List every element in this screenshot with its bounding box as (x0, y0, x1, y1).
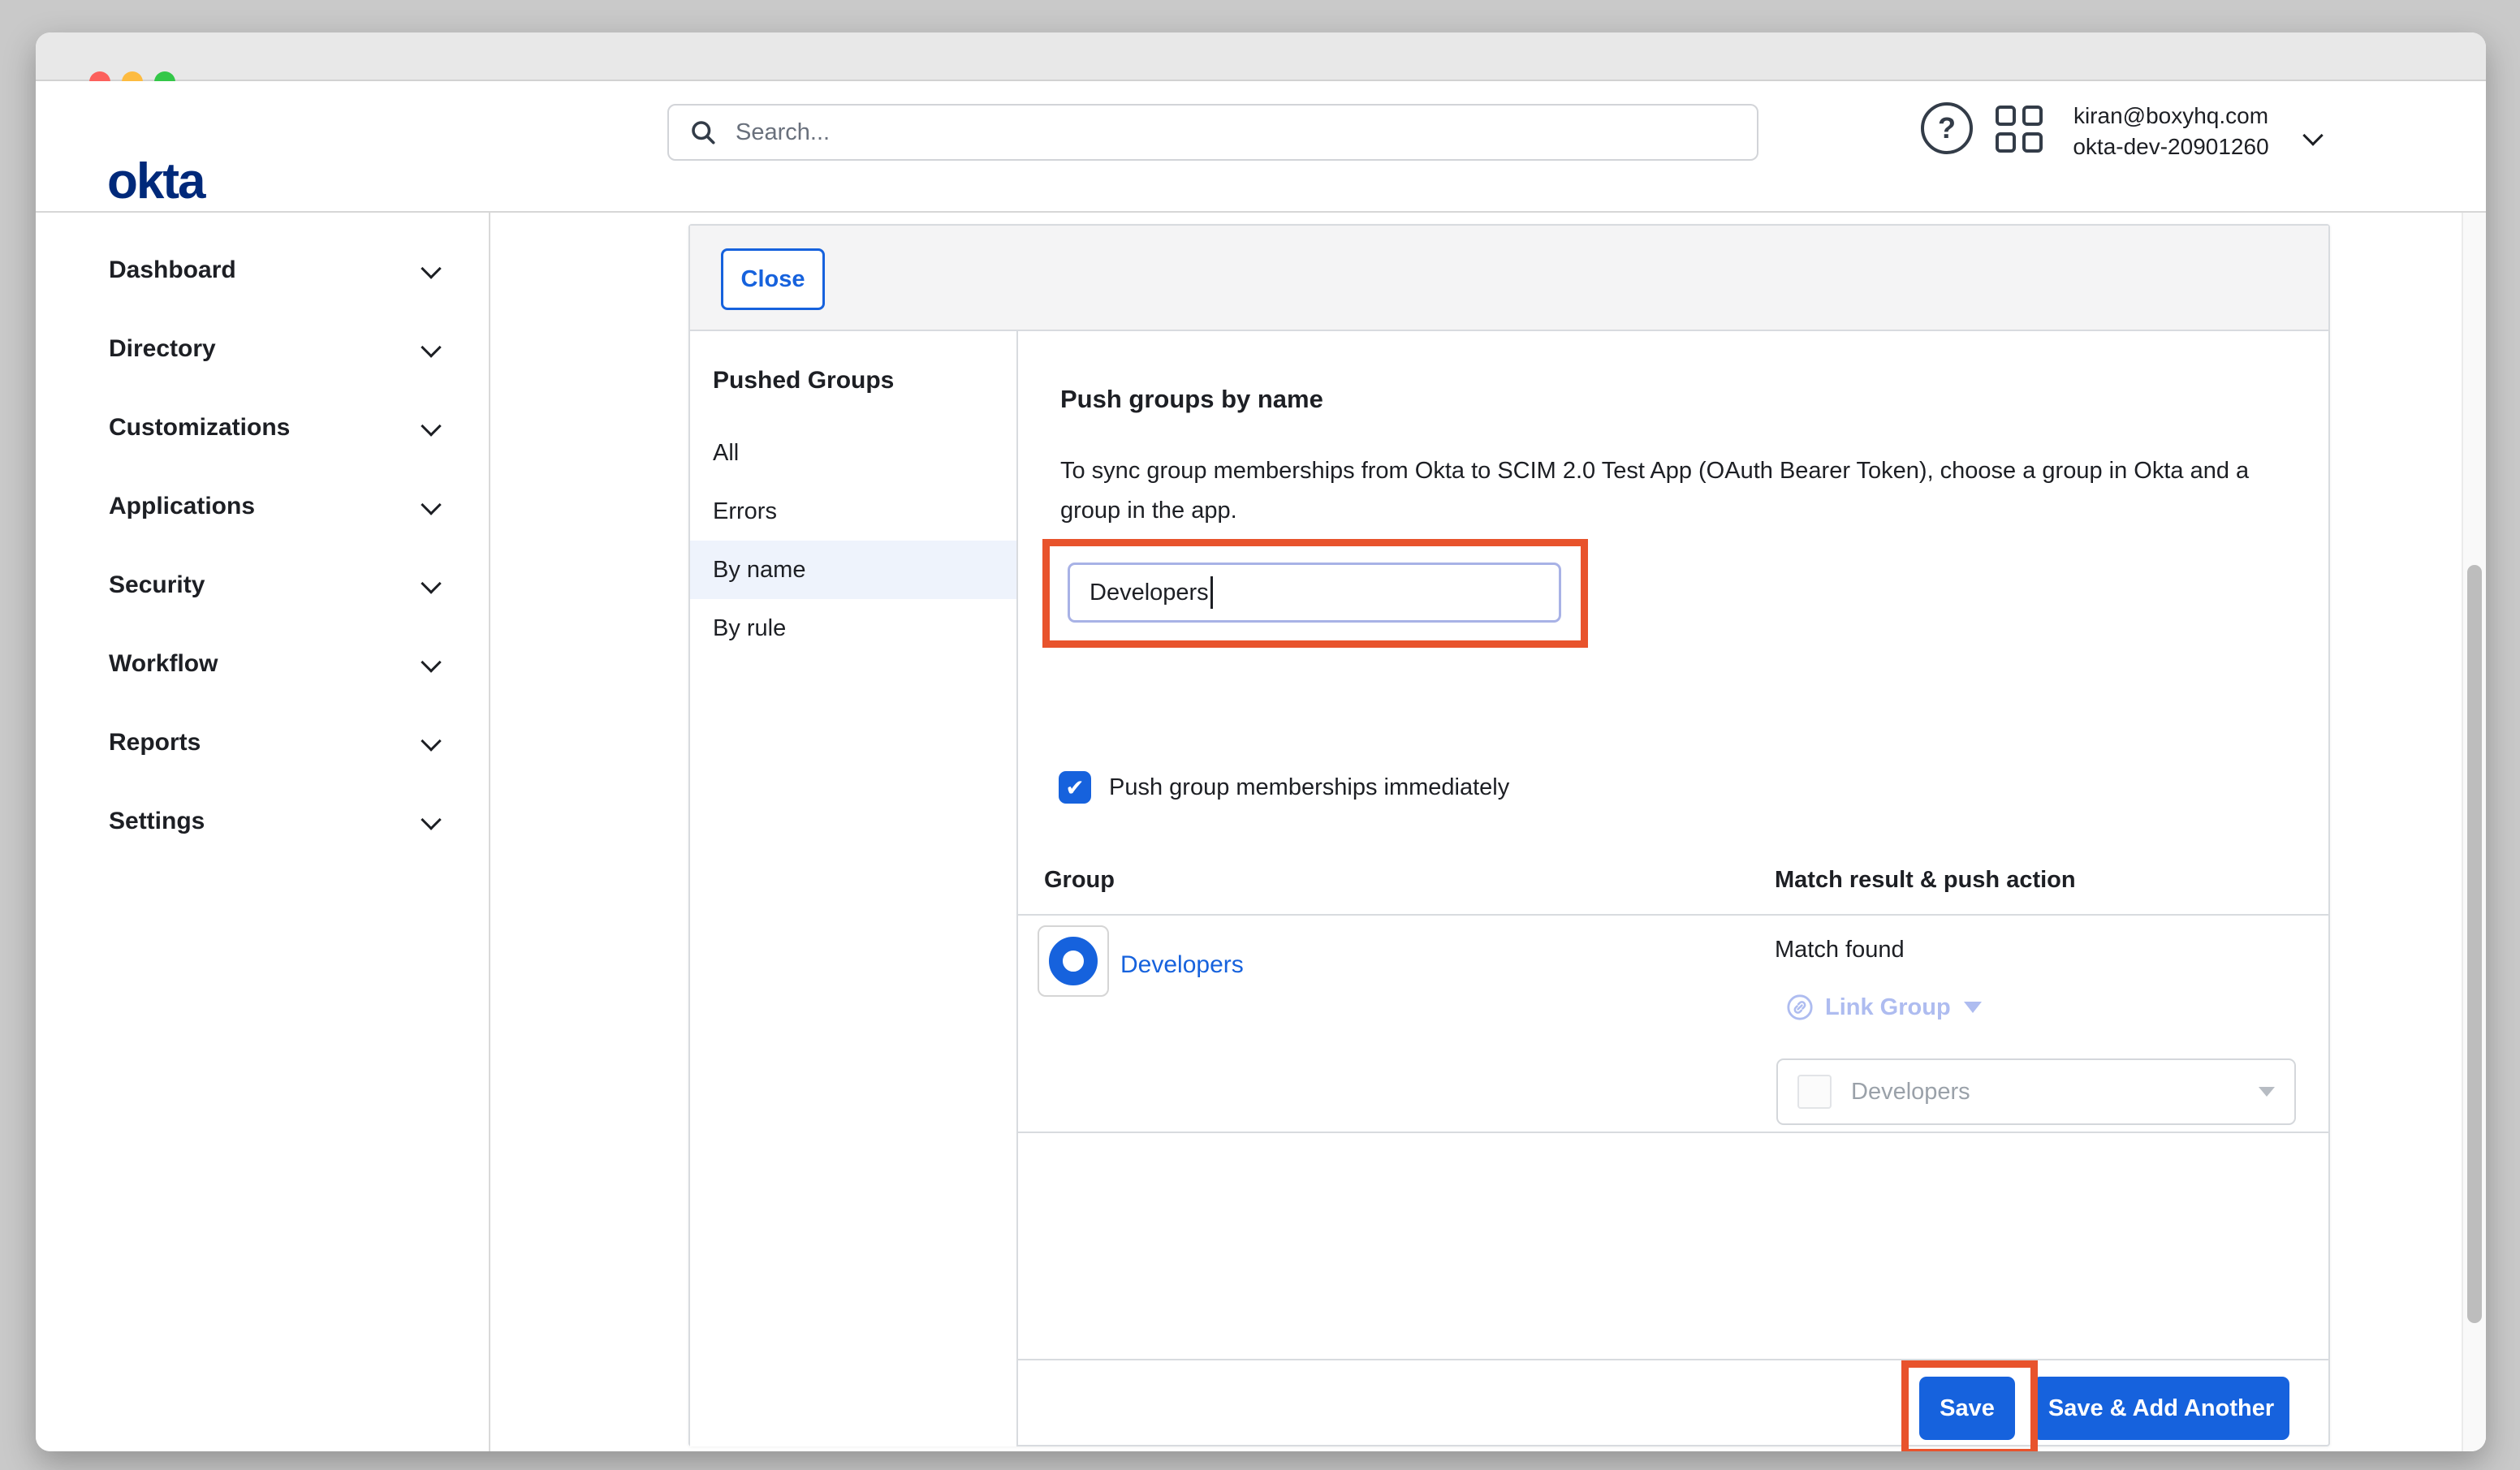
app-group-select[interactable]: Developers (1776, 1058, 2296, 1125)
main-content-area: Close Pushed Groups All Errors By name B… (492, 213, 2486, 1451)
sidebar-item-applications[interactable]: Applications (36, 467, 489, 545)
chevron-down-icon (421, 652, 441, 672)
search-icon (688, 118, 718, 147)
pushed-groups-title: Pushed Groups (690, 331, 1016, 394)
sidebar-item-reports[interactable]: Reports (36, 703, 489, 782)
description-text: To sync group memberships from Okta to S… (1060, 451, 2278, 531)
group-icon (1049, 937, 1098, 985)
global-search[interactable] (667, 104, 1758, 161)
okta-logo[interactable]: okta (107, 153, 204, 210)
nav-item-by-rule[interactable]: By rule (690, 599, 1016, 657)
group-name-input[interactable]: Developers (1068, 563, 1561, 623)
column-header-match: Match result & push action (1775, 867, 2076, 894)
account-menu[interactable]: kiran@boxyhq.com okta-dev-20901260 (2065, 101, 2276, 162)
link-icon (1786, 994, 1814, 1021)
link-group-dropdown[interactable]: Link Group (1786, 994, 1982, 1021)
link-group-label: Link Group (1825, 994, 1951, 1021)
nav-item-all[interactable]: All (690, 424, 1016, 482)
app-group-checkbox (1797, 1075, 1832, 1109)
sidebar-item-directory[interactable]: Directory (36, 309, 489, 388)
chevron-down-icon (421, 494, 441, 515)
sidebar-item-label: Security (109, 571, 205, 599)
apps-grid-icon[interactable] (1996, 106, 2043, 153)
highlight-box-input: Developers (1042, 539, 1588, 648)
pushed-groups-nav: Pushed Groups All Errors By name By rule (690, 331, 1018, 1446)
nav-item-errors[interactable]: Errors (690, 482, 1016, 541)
sidebar-item-label: Workflow (109, 650, 218, 678)
match-status: Match found (1775, 937, 1905, 963)
sidebar-nav: Dashboard Directory Customizations Appli… (36, 213, 490, 1451)
account-org: okta-dev-20901260 (2065, 131, 2276, 162)
sidebar-item-label: Directory (109, 335, 216, 363)
push-immediately-label: Push group memberships immediately (1109, 774, 1509, 801)
group-name-value: Developers (1090, 580, 1209, 606)
highlight-box-save (1901, 1360, 2038, 1451)
macos-window: okta ? kiran@boxyhq.com okta-dev-2090126… (36, 32, 2486, 1451)
sidebar-item-customizations[interactable]: Customizations (36, 388, 489, 467)
group-name-link[interactable]: Developers (1120, 951, 1244, 979)
push-by-name-content: Push groups by name To sync group member… (1018, 331, 2330, 1446)
chevron-down-icon (421, 731, 441, 751)
sidebar-item-settings[interactable]: Settings (36, 782, 489, 860)
chevron-down-icon (421, 809, 441, 830)
sidebar-item-label: Dashboard (109, 256, 236, 284)
column-header-group: Group (1044, 867, 1115, 894)
account-chevron-down-icon[interactable] (2302, 125, 2323, 145)
sidebar-item-label: Applications (109, 493, 255, 520)
window-titlebar (36, 32, 2486, 81)
panel-header-band (690, 226, 2328, 331)
account-email: kiran@boxyhq.com (2065, 101, 2276, 131)
push-immediately-checkbox[interactable]: ✔ (1059, 771, 1091, 804)
sidebar-item-label: Customizations (109, 414, 290, 442)
push-groups-panel: Close Pushed Groups All Errors By name B… (688, 224, 2330, 1446)
chevron-down-icon (421, 416, 441, 436)
pushed-groups-list: All Errors By name By rule (690, 424, 1016, 657)
link-group-caret-icon (1964, 1002, 1982, 1013)
table-header: Group Match result & push action (1018, 844, 2330, 916)
scrollbar-track[interactable] (2462, 213, 2486, 1451)
top-header: okta ? kiran@boxyhq.com okta-dev-2090126… (36, 81, 2486, 213)
screenshot-stage: okta ? kiran@boxyhq.com okta-dev-2090126… (0, 0, 2520, 1470)
push-immediately-row: ✔ Push group memberships immediately (1059, 771, 1509, 804)
sidebar-item-label: Reports (109, 729, 201, 757)
chevron-down-icon (421, 258, 441, 278)
sidebar-item-label: Settings (109, 808, 205, 835)
page-title: Push groups by name (1060, 385, 1323, 414)
chevron-down-icon (421, 337, 441, 357)
sidebar-item-dashboard[interactable]: Dashboard (36, 231, 489, 309)
sidebar-item-security[interactable]: Security (36, 545, 489, 624)
text-cursor (1210, 576, 1213, 609)
close-button[interactable]: Close (721, 248, 825, 310)
app-group-value: Developers (1851, 1079, 2259, 1106)
select-caret-icon (2259, 1087, 2275, 1097)
help-icon[interactable]: ? (1921, 102, 1973, 154)
search-input[interactable] (736, 119, 1710, 146)
group-tile (1038, 925, 1109, 997)
save-add-another-button[interactable]: Save & Add Another (2033, 1377, 2289, 1440)
scrollbar-thumb[interactable] (2467, 565, 2482, 1323)
table-row: Developers Match found Link Group (1018, 916, 2330, 1133)
chevron-down-icon (421, 573, 441, 593)
footer-divider (1018, 1359, 2330, 1360)
nav-item-by-name[interactable]: By name (690, 541, 1016, 599)
sidebar-item-workflow[interactable]: Workflow (36, 624, 489, 703)
